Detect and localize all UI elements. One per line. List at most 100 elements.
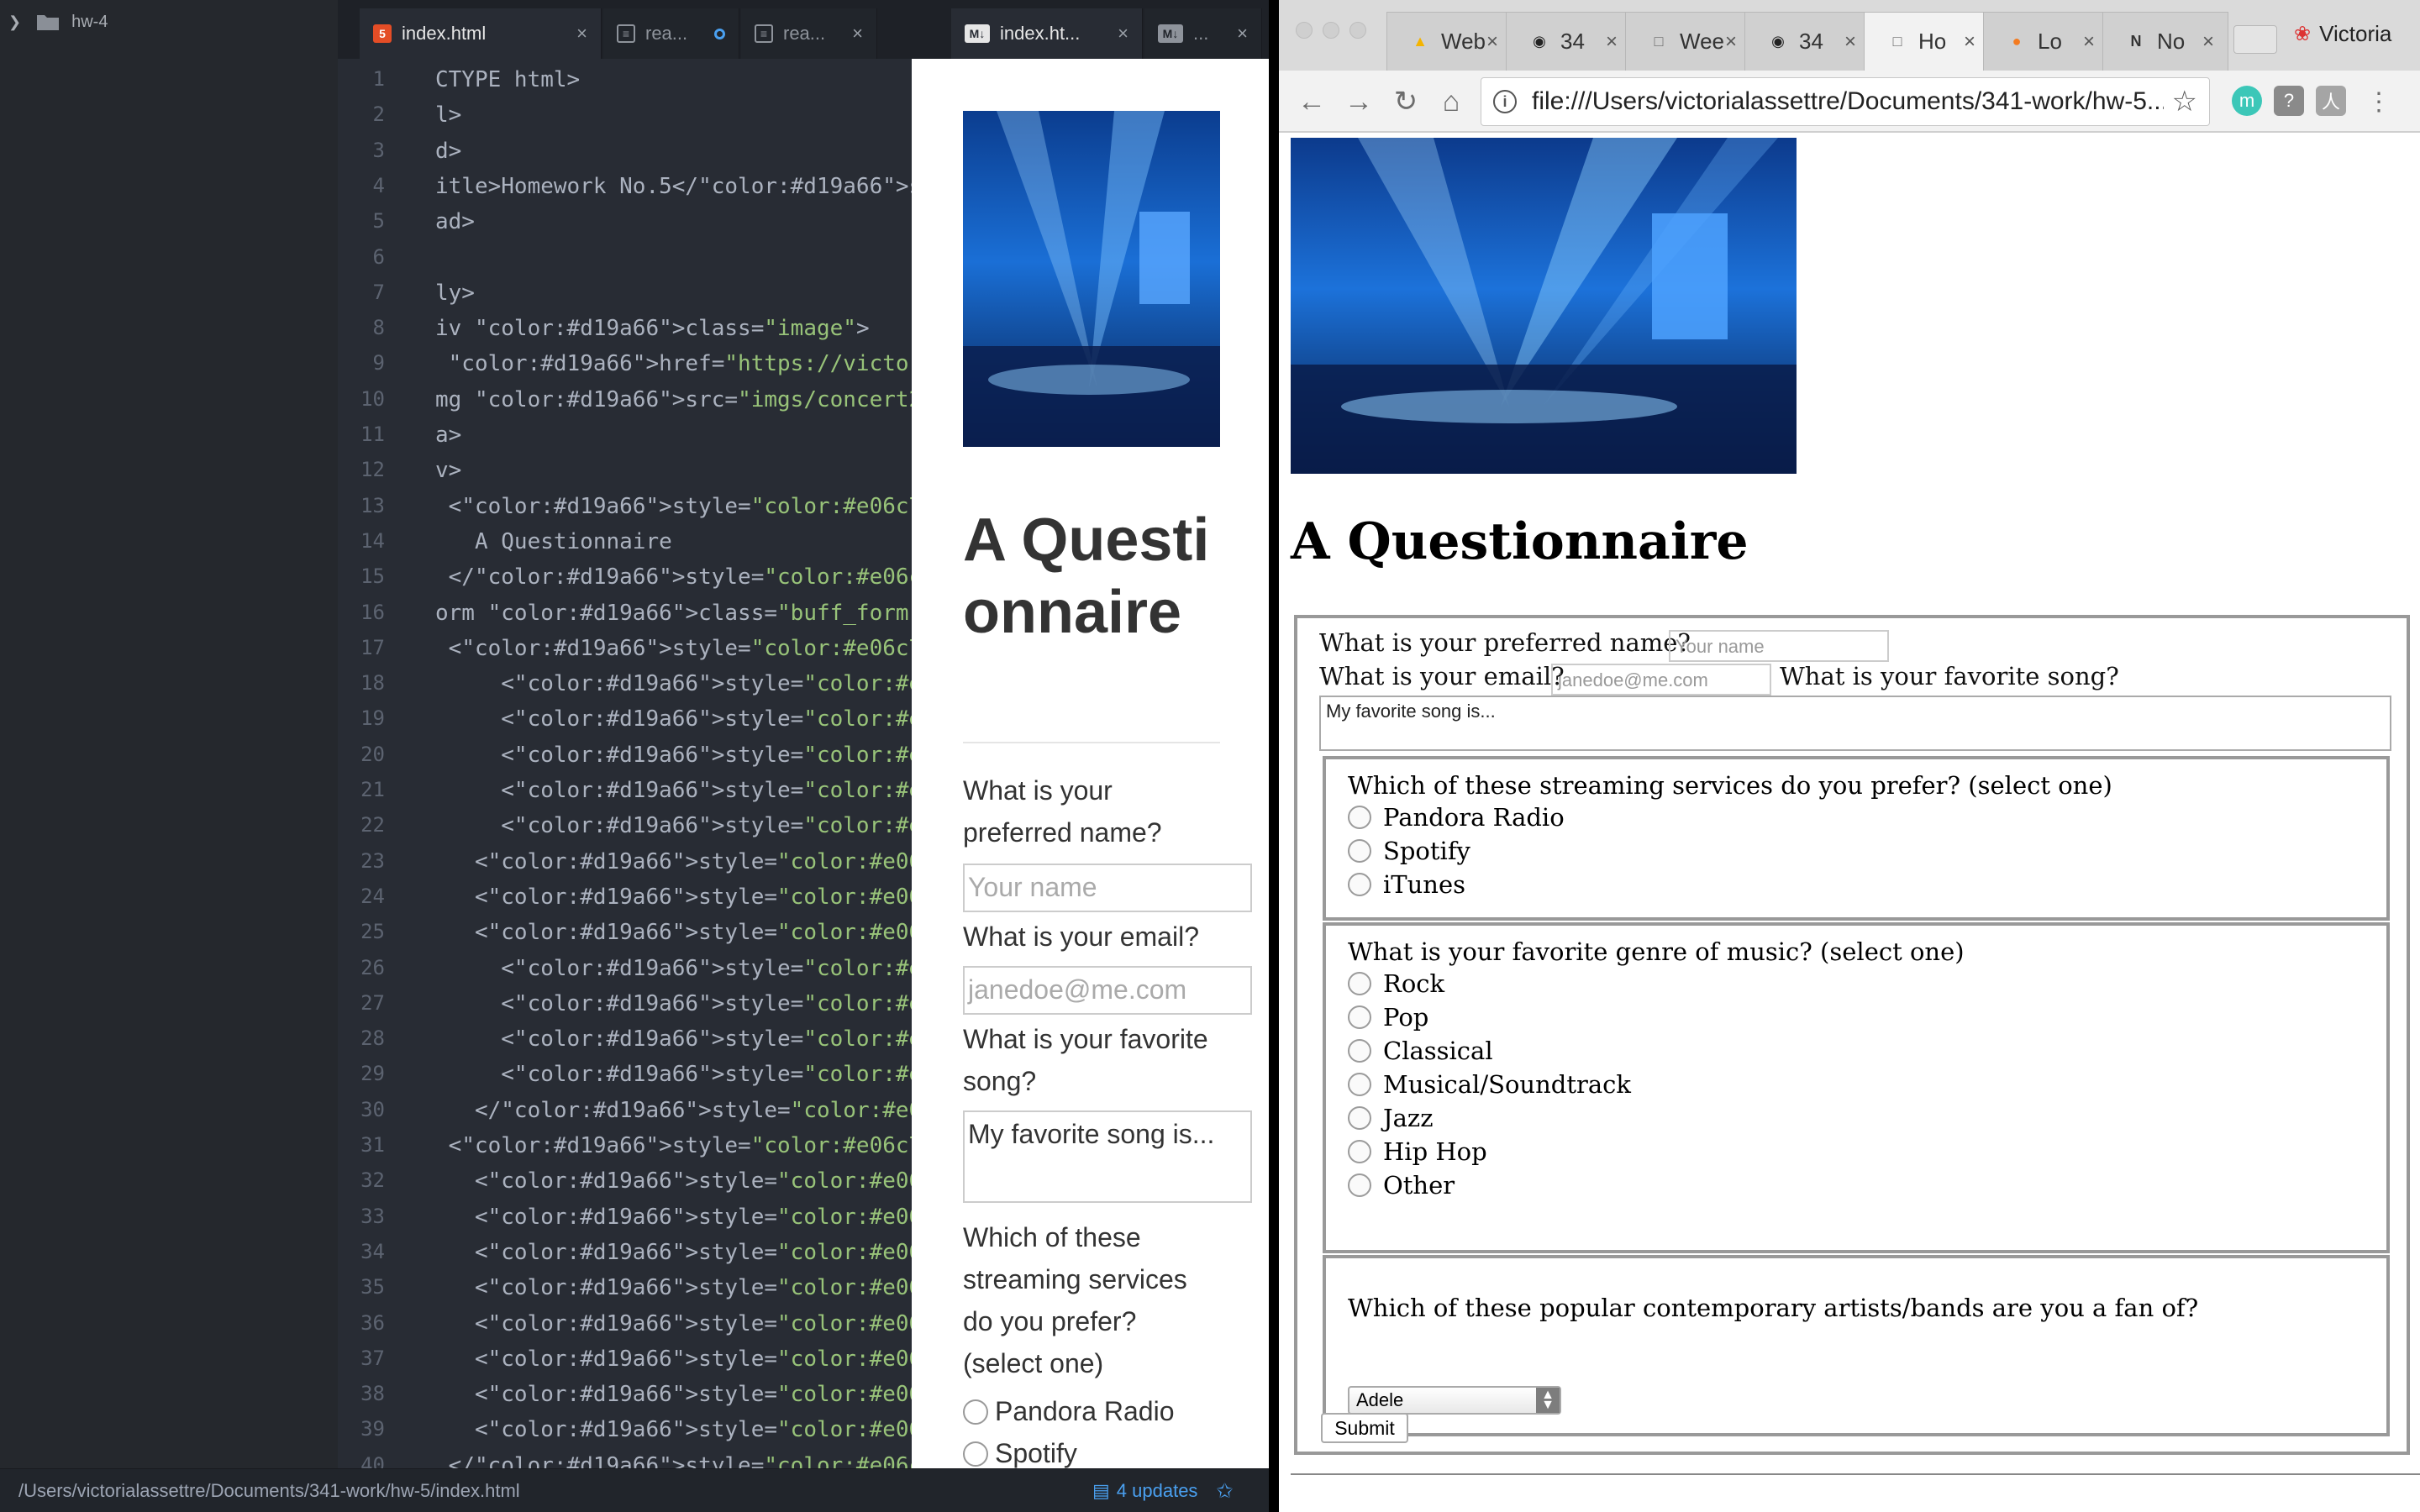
radio-option[interactable]: Hip Hop (1348, 1137, 1487, 1166)
code-line: <"color:#d19a66">style="color:#e06c75">l… (435, 671, 912, 697)
preview-radio-pandora[interactable]: Pandora Radio (963, 1396, 1174, 1427)
line-number: 19 (360, 706, 385, 731)
updates-indicator[interactable]: ▤ 4 updates ✩ (1092, 1469, 1234, 1512)
book-icon: ≡ (617, 24, 635, 43)
github-icon: ◉ (1533, 33, 1546, 50)
tab-title: No (2157, 29, 2186, 54)
radio-button-icon (1348, 1173, 1371, 1197)
home-icon[interactable]: ⌂ (1432, 82, 1470, 121)
close-icon[interactable]: × (852, 23, 863, 45)
notion-icon: N (2130, 33, 2142, 50)
artists-select[interactable]: Adele ▲ ▼ (1348, 1386, 1561, 1415)
code-line: d> (435, 138, 462, 164)
line-number: 20 (360, 742, 385, 766)
forward-icon[interactable]: → (1339, 82, 1378, 121)
window-zoom-button[interactable] (1349, 22, 1366, 39)
project-tree: ❯ hw-4 (0, 0, 338, 1468)
close-icon[interactable]: × (1486, 30, 1498, 54)
reload-icon[interactable]: ↻ (1386, 82, 1425, 121)
browser-toolbar: ← → ↻ ⌂ i file:///Users/victorialassettr… (1279, 71, 2420, 133)
browser-tab-5[interactable]: □ Ho × (1864, 12, 1990, 71)
profile-name: Victoria (2319, 20, 2392, 46)
code-line: <"color:#d19a66">style="color:#e06c75">i… (435, 1275, 912, 1301)
radio-label: iTunes (1383, 870, 1466, 899)
editor-tab-markdown-2[interactable]: M↓ ... × (1144, 8, 1262, 59)
tab-label: index.html (402, 23, 487, 44)
radio-option[interactable]: Pop (1348, 1003, 1428, 1032)
close-icon[interactable]: × (2083, 30, 2095, 54)
preview-name-input[interactable]: Your name (963, 864, 1252, 912)
info-icon: i (1493, 90, 1517, 113)
line-number: 23 (360, 848, 385, 873)
close-icon[interactable]: × (1237, 23, 1248, 45)
editor-tab-readme-1[interactable]: ≡ rea... (603, 8, 739, 59)
close-icon[interactable]: × (1606, 30, 1618, 54)
close-icon[interactable]: × (1964, 30, 1975, 54)
profile-button[interactable]: ❀ Victoria (2294, 17, 2391, 50)
address-bar[interactable]: i file:///Users/victorialassettre/Docume… (1481, 77, 2210, 126)
preview-email-input[interactable]: janedoe@me.com (963, 966, 1252, 1015)
radio-option[interactable]: Classical (1348, 1037, 1493, 1065)
preview-email-label: What is your email? (963, 921, 1199, 952)
new-tab-button[interactable] (2233, 25, 2277, 54)
browser-tab-4[interactable]: ◉ 34 × (1744, 12, 1870, 71)
radio-label: Pop (1383, 1003, 1429, 1032)
extension-help-icon[interactable]: ? (2274, 86, 2304, 116)
menu-kebab-icon[interactable]: ⋮ (2360, 82, 2398, 121)
submit-button[interactable]: Submit (1321, 1413, 1408, 1443)
browser-tab-1[interactable]: ▲ Web × (1386, 12, 1512, 71)
radio-label: Classical (1383, 1037, 1493, 1065)
file-path[interactable]: /Users/victorialassettre/Documents/341-w… (18, 1469, 520, 1512)
email-input[interactable]: janedoe@me.com (1551, 664, 1771, 696)
radio-option[interactable]: Spotify (1348, 837, 1470, 865)
close-icon[interactable]: × (1844, 30, 1856, 54)
radio-option[interactable]: iTunes (1348, 870, 1465, 899)
name-input[interactable]: Your name (1669, 630, 1889, 662)
line-number: 25 (360, 920, 385, 944)
browser-tab-2[interactable]: ◉ 34 × (1506, 12, 1632, 71)
browser-tab-6[interactable]: ● Lo × (1983, 12, 2109, 71)
browser-window: ▲Web×◉34×□Week×◉34×□Ho×●Lo×NNo× ❀ Victor… (1279, 0, 2420, 1512)
code-area[interactable]: 1 CTYPE html> 2 l> 3 d> 4 itle>Homework No.5</"… (338, 59, 912, 1468)
editor-tab-index-html[interactable]: 5 index.html × (360, 8, 602, 59)
preview-radio-spotify[interactable]: Spotify (963, 1438, 1077, 1468)
close-icon[interactable]: × (576, 23, 587, 45)
streaming-fieldset: Which of these streaming services do you… (1323, 756, 2390, 921)
line-number: 15 (360, 564, 385, 589)
close-icon[interactable]: × (2202, 30, 2214, 54)
browser-tab-3[interactable]: □ Week× (1625, 12, 1751, 71)
genre-legend: What is your favorite genre of music? (s… (1348, 937, 1965, 966)
radio-option[interactable]: Jazz (1348, 1104, 1433, 1132)
editor-tab-index-md[interactable]: M↓ index.ht... × (951, 8, 1143, 59)
code-line: <"color:#d19a66">style="color:#e06c75">i… (435, 1310, 912, 1336)
radio-option[interactable]: Musical/Soundtrack (1348, 1070, 1631, 1099)
code-line: a> (435, 423, 462, 448)
editor-tab-readme-2[interactable]: ≡ rea... × (741, 8, 877, 59)
close-icon[interactable]: × (1118, 23, 1128, 45)
radio-option[interactable]: Other (1348, 1171, 1455, 1200)
line-number: 17 (360, 635, 385, 659)
extension-translate-icon[interactable]: 人 (2316, 86, 2346, 116)
radio-option[interactable]: Rock (1348, 969, 1444, 998)
close-icon[interactable]: × (1725, 30, 1737, 54)
radio-button-icon (1348, 1039, 1371, 1063)
github-icon: ◉ (1771, 33, 1785, 50)
bookmark-star-icon[interactable]: ☆ (2172, 85, 2197, 118)
browser-tab-strip: ▲Web×◉34×□Week×◉34×□Ho×●Lo×NNo× ❀ Victor… (1279, 0, 2420, 71)
page-title: A Questionnaire (1291, 512, 1749, 571)
window-close-button[interactable] (1296, 22, 1313, 39)
preview-streaming-label: Which of these streaming services do you… (963, 1222, 1187, 1378)
radio-option[interactable]: Pandora Radio (1348, 803, 1565, 832)
line-number: 8 (372, 316, 385, 340)
window-minimize-button[interactable] (1323, 22, 1339, 39)
extension-teal-icon[interactable]: m (2232, 86, 2262, 116)
song-textarea[interactable]: My favorite song is... (1319, 696, 2391, 751)
preview-divider (963, 742, 1220, 743)
back-icon[interactable]: ← (1292, 82, 1331, 121)
browser-tab-7[interactable]: N No × (2102, 12, 2228, 71)
concert-image[interactable] (1291, 138, 1797, 474)
code-line: <"color:#d19a66">style="color:#e06c75">i… (435, 1239, 912, 1265)
code-line: ad> (435, 209, 475, 235)
tree-folder-hw-4[interactable]: ❯ hw-4 (0, 8, 108, 35)
preview-song-textarea[interactable]: My favorite song is... (963, 1110, 1252, 1203)
